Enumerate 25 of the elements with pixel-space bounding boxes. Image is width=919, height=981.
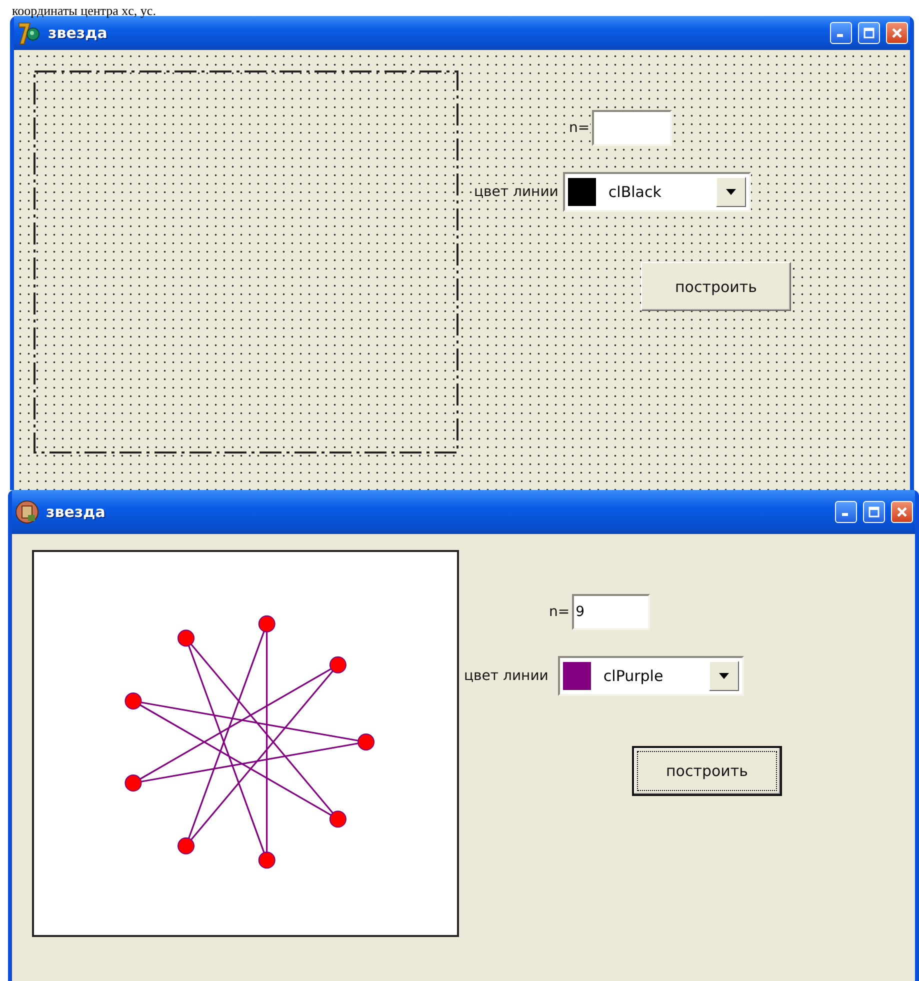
build-button[interactable]: построить [632,746,782,796]
close-button[interactable] [891,501,913,523]
color-dropdown[interactable]: clPurple [558,656,744,696]
line-color-label: цвет линии [474,184,558,200]
app-logo-icon [16,20,42,46]
color-value: clBlack [608,183,662,201]
n-input-field[interactable] [592,110,672,146]
build-button[interactable]: построить [641,262,791,311]
n-label: n= [569,120,590,136]
maximize-button[interactable] [863,501,885,523]
minimize-button[interactable] [835,501,857,523]
maximize-button[interactable] [858,22,880,44]
maximize-icon [863,27,875,39]
color-dropdown[interactable]: clBlack [563,172,752,212]
window-title: звезда [48,24,108,42]
minimize-button[interactable] [830,22,852,44]
app-logo-icon [14,499,40,525]
color-value: clPurple [603,667,664,685]
close-icon [891,27,903,39]
window-title: звезда [46,503,106,521]
n-input-field[interactable]: 9 [572,594,650,630]
document-text: координаты центра xc, yc. [12,3,156,18]
close-icon [896,506,908,518]
maximize-icon [868,506,880,518]
close-button[interactable] [886,22,908,44]
